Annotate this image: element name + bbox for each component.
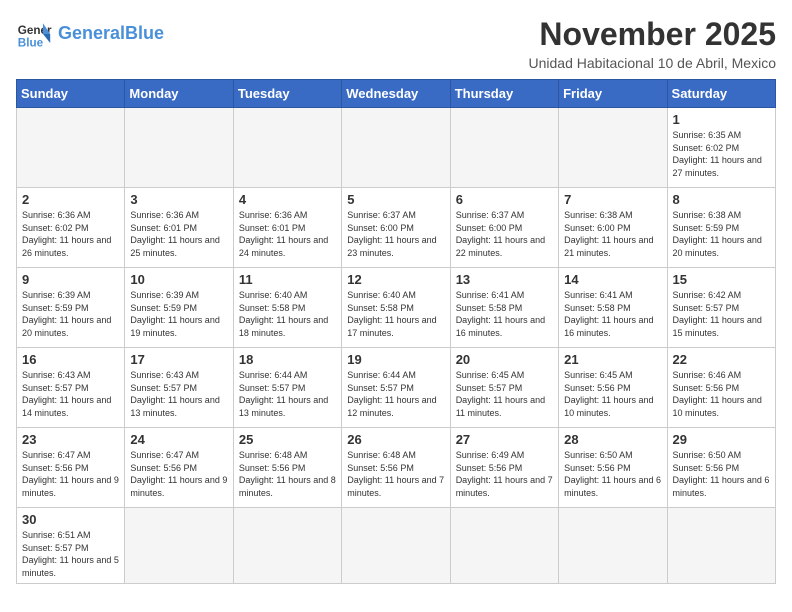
weekday-header-row: Sunday Monday Tuesday Wednesday Thursday…: [17, 80, 776, 108]
page-header: General Blue GeneralBlue November 2025 U…: [16, 16, 776, 71]
calendar-row-6: 30 Sunrise: 6:51 AMSunset: 5:57 PMDaylig…: [17, 508, 776, 584]
day-18: 18 Sunrise: 6:44 AMSunset: 5:57 PMDaylig…: [233, 348, 341, 428]
day-28: 28 Sunrise: 6:50 AMSunset: 5:56 PMDaylig…: [559, 428, 667, 508]
empty-cell: [233, 108, 341, 188]
empty-cell: [450, 508, 558, 584]
day-29: 29 Sunrise: 6:50 AMSunset: 5:56 PMDaylig…: [667, 428, 775, 508]
calendar-row-4: 16 Sunrise: 6:43 AMSunset: 5:57 PMDaylig…: [17, 348, 776, 428]
calendar-table: Sunday Monday Tuesday Wednesday Thursday…: [16, 79, 776, 584]
day-15: 15 Sunrise: 6:42 AMSunset: 5:57 PMDaylig…: [667, 268, 775, 348]
month-title: November 2025: [529, 16, 776, 53]
day-23: 23 Sunrise: 6:47 AMSunset: 5:56 PMDaylig…: [17, 428, 125, 508]
day-25: 25 Sunrise: 6:48 AMSunset: 5:56 PMDaylig…: [233, 428, 341, 508]
day-24: 24 Sunrise: 6:47 AMSunset: 5:56 PMDaylig…: [125, 428, 233, 508]
day-6: 6 Sunrise: 6:37 AMSunset: 6:00 PMDayligh…: [450, 188, 558, 268]
empty-cell: [125, 508, 233, 584]
day-7: 7 Sunrise: 6:38 AMSunset: 6:00 PMDayligh…: [559, 188, 667, 268]
empty-cell: [233, 508, 341, 584]
location-subtitle: Unidad Habitacional 10 de Abril, Mexico: [529, 55, 776, 71]
day-10: 10 Sunrise: 6:39 AMSunset: 5:59 PMDaylig…: [125, 268, 233, 348]
day-5: 5 Sunrise: 6:37 AMSunset: 6:00 PMDayligh…: [342, 188, 450, 268]
day-2: 2 Sunrise: 6:36 AMSunset: 6:02 PMDayligh…: [17, 188, 125, 268]
header-sunday: Sunday: [17, 80, 125, 108]
empty-cell: [667, 508, 775, 584]
day-14: 14 Sunrise: 6:41 AMSunset: 5:58 PMDaylig…: [559, 268, 667, 348]
header-saturday: Saturday: [667, 80, 775, 108]
empty-cell: [342, 508, 450, 584]
day-20: 20 Sunrise: 6:45 AMSunset: 5:57 PMDaylig…: [450, 348, 558, 428]
title-block: November 2025 Unidad Habitacional 10 de …: [529, 16, 776, 71]
header-thursday: Thursday: [450, 80, 558, 108]
day-11: 11 Sunrise: 6:40 AMSunset: 5:58 PMDaylig…: [233, 268, 341, 348]
day-8: 8 Sunrise: 6:38 AMSunset: 5:59 PMDayligh…: [667, 188, 775, 268]
day-4: 4 Sunrise: 6:36 AMSunset: 6:01 PMDayligh…: [233, 188, 341, 268]
header-wednesday: Wednesday: [342, 80, 450, 108]
day-12: 12 Sunrise: 6:40 AMSunset: 5:58 PMDaylig…: [342, 268, 450, 348]
day-21: 21 Sunrise: 6:45 AMSunset: 5:56 PMDaylig…: [559, 348, 667, 428]
calendar-row-5: 23 Sunrise: 6:47 AMSunset: 5:56 PMDaylig…: [17, 428, 776, 508]
day-1: 1 Sunrise: 6:35 AM Sunset: 6:02 PM Dayli…: [667, 108, 775, 188]
day-27: 27 Sunrise: 6:49 AMSunset: 5:56 PMDaylig…: [450, 428, 558, 508]
header-friday: Friday: [559, 80, 667, 108]
header-monday: Monday: [125, 80, 233, 108]
calendar-row-2: 2 Sunrise: 6:36 AMSunset: 6:02 PMDayligh…: [17, 188, 776, 268]
logo: General Blue GeneralBlue: [16, 16, 164, 52]
day-19: 19 Sunrise: 6:44 AMSunset: 5:57 PMDaylig…: [342, 348, 450, 428]
logo-blue: Blue: [125, 23, 164, 43]
empty-cell: [559, 508, 667, 584]
logo-icon: General Blue: [16, 16, 52, 52]
day-13: 13 Sunrise: 6:41 AMSunset: 5:58 PMDaylig…: [450, 268, 558, 348]
day-3: 3 Sunrise: 6:36 AMSunset: 6:01 PMDayligh…: [125, 188, 233, 268]
calendar-row-3: 9 Sunrise: 6:39 AMSunset: 5:59 PMDayligh…: [17, 268, 776, 348]
empty-cell: [450, 108, 558, 188]
empty-cell: [342, 108, 450, 188]
day-9: 9 Sunrise: 6:39 AMSunset: 5:59 PMDayligh…: [17, 268, 125, 348]
empty-cell: [17, 108, 125, 188]
empty-cell: [125, 108, 233, 188]
svg-text:Blue: Blue: [18, 37, 44, 50]
day-26: 26 Sunrise: 6:48 AMSunset: 5:56 PMDaylig…: [342, 428, 450, 508]
logo-text: GeneralBlue: [58, 24, 164, 44]
day-22: 22 Sunrise: 6:46 AMSunset: 5:56 PMDaylig…: [667, 348, 775, 428]
empty-cell: [559, 108, 667, 188]
day-17: 17 Sunrise: 6:43 AMSunset: 5:57 PMDaylig…: [125, 348, 233, 428]
day-30: 30 Sunrise: 6:51 AMSunset: 5:57 PMDaylig…: [17, 508, 125, 584]
calendar-row-1: 1 Sunrise: 6:35 AM Sunset: 6:02 PM Dayli…: [17, 108, 776, 188]
logo-general: General: [58, 23, 125, 43]
header-tuesday: Tuesday: [233, 80, 341, 108]
day-16: 16 Sunrise: 6:43 AMSunset: 5:57 PMDaylig…: [17, 348, 125, 428]
